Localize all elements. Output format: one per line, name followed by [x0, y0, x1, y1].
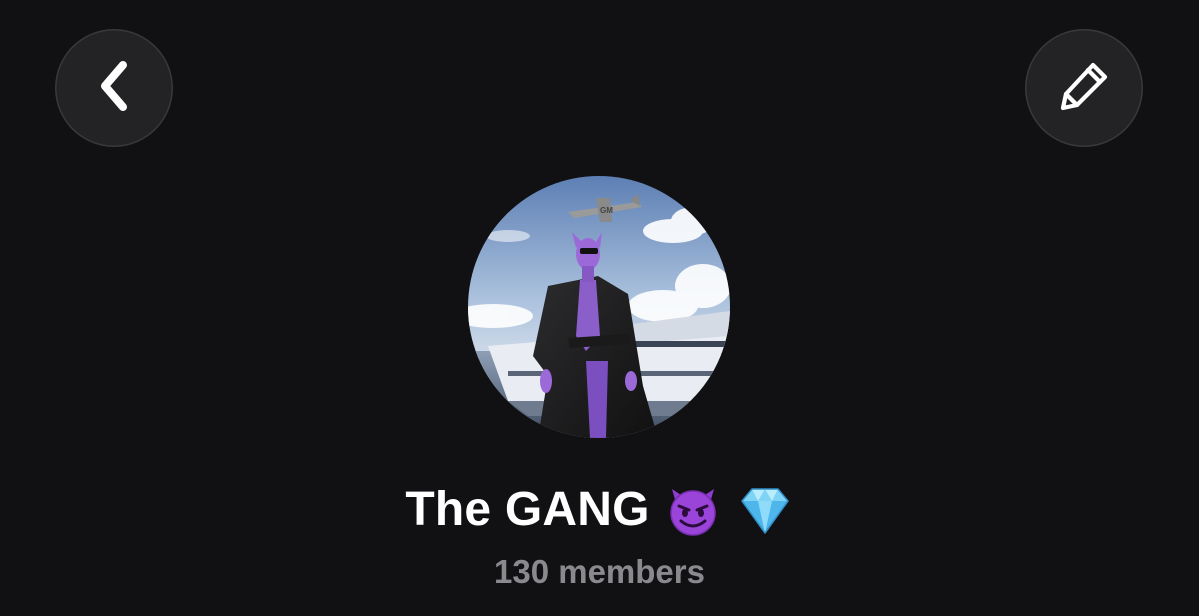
group-name: The GANG [405, 483, 650, 536]
back-button[interactable] [55, 29, 173, 147]
group-profile-screen: GM The GANG 130 members [0, 0, 1199, 616]
group-title-row: The GANG [0, 478, 1199, 542]
pencil-icon [1057, 59, 1111, 118]
chevron-left-icon [94, 60, 134, 117]
smiling-imp-emoji-icon [664, 481, 722, 539]
edit-button[interactable] [1025, 29, 1143, 147]
member-count: 130 members [494, 553, 705, 590]
svg-text:GM: GM [600, 206, 613, 215]
group-avatar[interactable]: GM [468, 176, 730, 438]
gem-emoji-icon [736, 481, 794, 539]
